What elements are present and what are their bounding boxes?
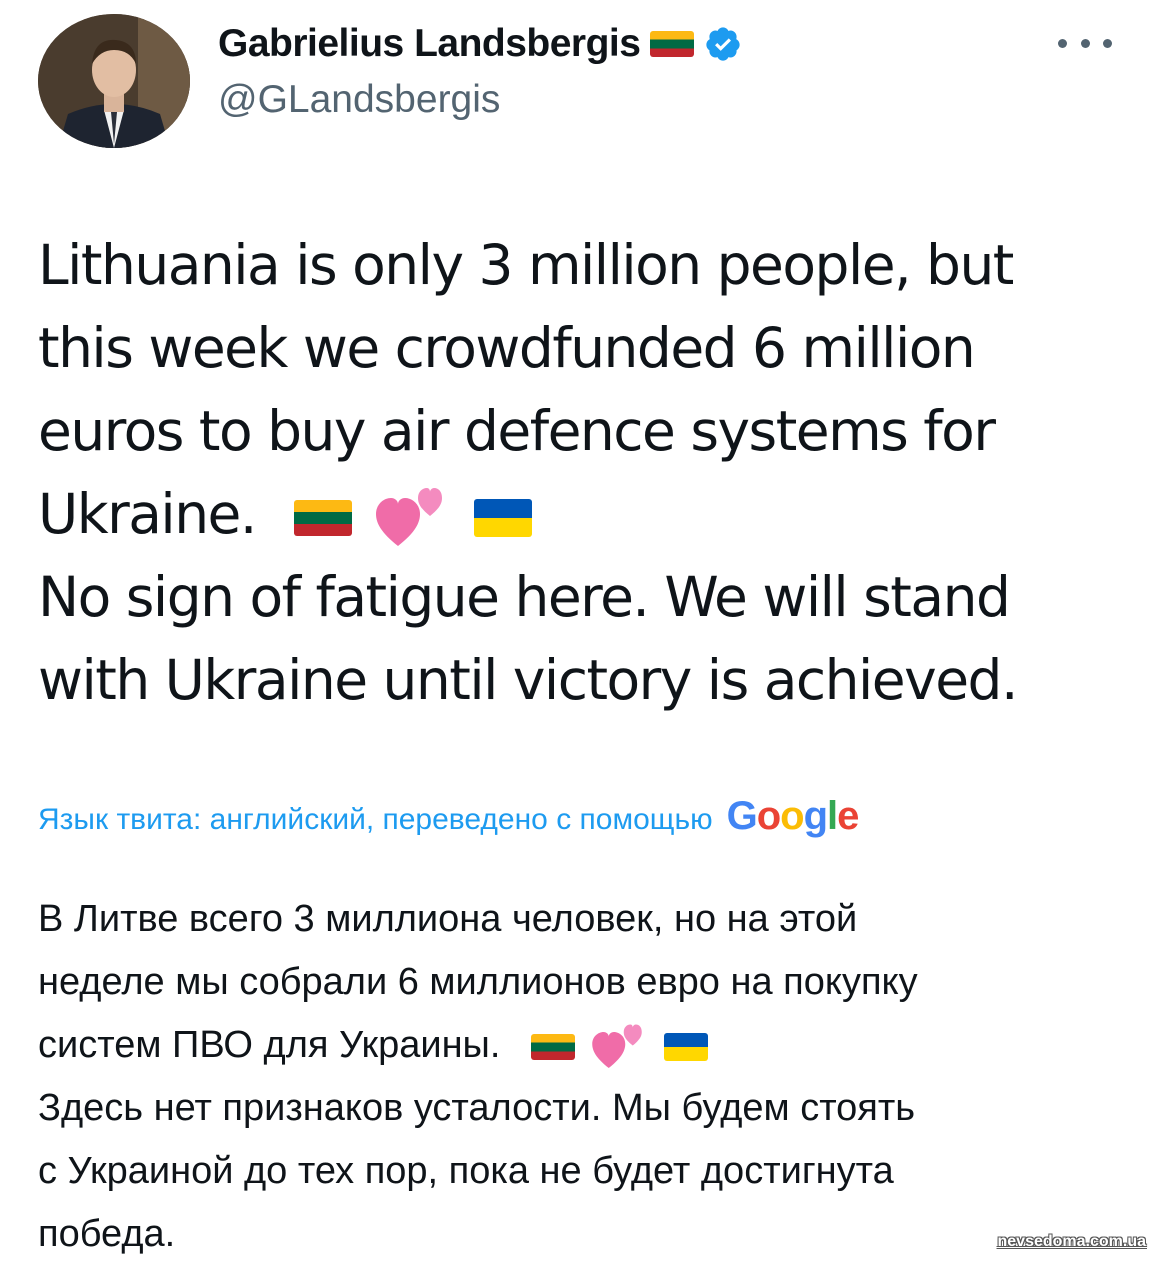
tweet-line: with Ukraine until victory is achieved. xyxy=(38,648,1018,712)
tweet-line: Ukraine. xyxy=(38,482,257,546)
author-name-row[interactable]: Gabrielius Landsbergis xyxy=(218,22,742,66)
avatar-photo xyxy=(38,14,190,148)
more-options-button[interactable] xyxy=(1058,28,1112,58)
translated-text: В Литве всего 3 миллиона человек, но на … xyxy=(38,888,1128,1266)
ukraine-flag-emoji-icon xyxy=(664,1032,709,1061)
translation-note-text[interactable]: Язык твита: английский, переведено с пом… xyxy=(38,803,713,837)
tweet-line-with-emoji: Ukraine. xyxy=(38,473,1128,556)
translated-line: Здесь нет признаков усталости. Мы будем … xyxy=(38,1087,916,1129)
site-watermark: nevsedoma.com.ua xyxy=(997,1233,1147,1250)
tweet-text: Lithuania is only 3 million people, but … xyxy=(38,224,1128,722)
more-dot-icon xyxy=(1103,38,1112,48)
translated-line-with-emoji: систем ПВО для Украины. xyxy=(38,1014,1128,1077)
tweet-line: this week we crowdfunded 6 million xyxy=(38,316,976,380)
tweet-line: euros to buy air defence systems for xyxy=(38,399,996,463)
translated-line: победа. xyxy=(38,1213,176,1255)
lithuania-flag-emoji-icon xyxy=(530,1033,575,1060)
tweet-line: Lithuania is only 3 million people, but xyxy=(38,233,1014,297)
ukraine-flag-emoji-icon xyxy=(473,498,532,537)
author-avatar[interactable] xyxy=(38,14,190,148)
lithuania-flag-icon xyxy=(650,31,695,57)
translated-line: с Украиной до тех пор, пока не будет дос… xyxy=(38,1150,894,1192)
translated-line: В Литве всего 3 миллиона человек, но на … xyxy=(38,898,858,940)
tweet-line: No sign of fatigue here. We will stand xyxy=(38,565,1011,629)
translation-note[interactable]: Язык твита: английский, переведено с пом… xyxy=(38,794,860,839)
two-hearts-emoji-icon xyxy=(591,1024,642,1068)
more-dot-icon xyxy=(1080,38,1090,48)
two-hearts-emoji-icon xyxy=(375,487,442,546)
more-dot-icon xyxy=(1058,38,1067,48)
author-display-name[interactable]: Gabrielius Landsbergis xyxy=(218,22,641,66)
verified-badge-icon xyxy=(706,27,741,61)
author-handle[interactable]: @GLandsbergis xyxy=(218,78,500,122)
google-logo: Google xyxy=(726,794,860,838)
lithuania-flag-emoji-icon xyxy=(293,499,352,536)
translated-line: неделе мы собрали 6 миллионов евро на по… xyxy=(38,961,918,1003)
translated-line: систем ПВО для Украины. xyxy=(38,1024,501,1066)
